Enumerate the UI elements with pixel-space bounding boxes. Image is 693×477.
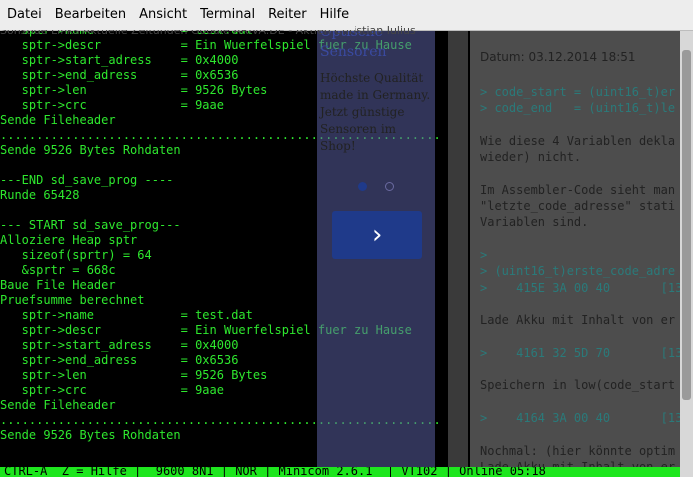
carousel-dot-active [358, 182, 367, 191]
document-line: Variablen sind. [480, 215, 589, 230]
ad-title-line2: Sensoren [320, 44, 387, 60]
document-line: wieder) nicht. [480, 150, 582, 165]
ad-next-button: › [332, 211, 422, 259]
status-text: CTRL-A Z = Hilfe | 9600 8N1 | NOR | Mini… [4, 467, 546, 477]
menu-terminal[interactable]: Terminal [193, 4, 261, 26]
document-line: > 4164 3A 00 40 [13 [480, 411, 683, 425]
minicom-status-bar: CTRL-A Z = Hilfe | 9600 8N1 | NOR | Mini… [0, 467, 680, 477]
document-line: Lade Akku mit Inhalt von er [480, 313, 676, 328]
document-line: Speichern in low(code_start [480, 378, 676, 393]
document-line: Nochmal: (hier könnte optim [480, 443, 676, 458]
scrollbar-thumb[interactable] [682, 50, 691, 400]
menu-datei[interactable]: Datei [0, 4, 48, 26]
menu-hilfe[interactable]: Hilfe [313, 4, 356, 26]
document-line: "letzte_code_adresse" stati [480, 199, 676, 214]
document-line: > 4161 32 5D 70 [13 [480, 345, 683, 360]
background-document-panel: Datum: 03.12.2014 18:51 > code_start = (… [470, 30, 693, 467]
document-line: > code_start = (uint16_t)er [480, 85, 676, 99]
chevron-right-icon: › [369, 220, 385, 250]
menu-items: Datei Bearbeiten Ansicht Terminal Reiter… [0, 0, 356, 30]
menu-bearbeiten[interactable]: Bearbeiten [48, 4, 132, 26]
document-date: Datum: 03.12.2014 18:51 [480, 50, 636, 64]
document-line: > code_end = (uint16_t)le [480, 101, 676, 116]
menu-reiter[interactable]: Reiter [261, 4, 313, 26]
document-line: Wie diese 4 Variablen dekla [480, 133, 676, 148]
ad-text: Höchste Qualität made in Germany. Jetzt … [320, 71, 431, 153]
document-line: Im Assembler-Code sieht man [480, 182, 676, 197]
menubar: Sonstige Links Aktuelle Zeitungen Google… [0, 0, 693, 34]
document-line: > [480, 248, 488, 262]
document-line: > 415E 3A 00 40 [13 [480, 280, 683, 295]
menu-ansicht[interactable]: Ansicht [132, 4, 193, 26]
background-divider [448, 30, 468, 467]
document-line: > (uint16_t)erste_code_adre [480, 264, 676, 279]
carousel-dot-inactive [385, 182, 394, 191]
document-line: Lade Akku mit Inhalt von er [480, 459, 676, 467]
